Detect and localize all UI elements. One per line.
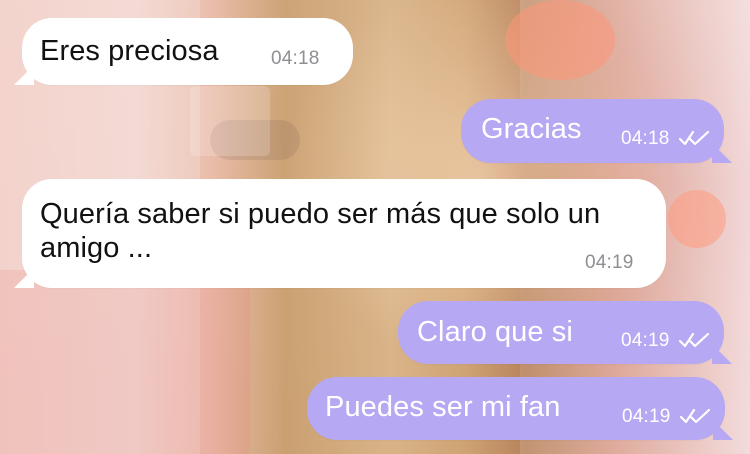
message-text: Gracias (481, 113, 582, 145)
double-check-icon (679, 130, 709, 146)
message-text: Eres preciosa (40, 35, 219, 67)
double-check-icon (680, 408, 710, 424)
background-photo (0, 270, 250, 454)
message-time: 04:19 (585, 252, 634, 273)
message-bubble-outgoing[interactable]: Gracias 04:18 (461, 99, 724, 163)
message-time: 04:18 (621, 128, 670, 149)
double-check-icon (679, 332, 709, 348)
message-bubble-outgoing[interactable]: Puedes ser mi fan 04:19 (307, 377, 725, 440)
background-photo (505, 0, 615, 80)
message-bubble-outgoing[interactable]: Claro que si 04:19 (398, 301, 724, 364)
message-bubble-incoming[interactable]: Eres preciosa 04:18 (22, 18, 353, 85)
background-photo (668, 190, 726, 248)
message-bubble-incoming[interactable]: Quería saber si puedo ser más que solo u… (22, 179, 666, 288)
message-text: Puedes ser mi fan (325, 391, 561, 423)
chat-screen: Eres preciosa 04:18 Gracias 04:18 Quería… (0, 0, 750, 454)
message-time: 04:19 (622, 406, 671, 427)
background-photo (190, 86, 270, 156)
message-text: Quería saber si puedo ser más que solo u… (40, 198, 601, 264)
message-time: 04:18 (271, 48, 320, 69)
message-time: 04:19 (621, 330, 670, 351)
message-text: Claro que si (417, 316, 573, 348)
background-photo (210, 120, 300, 160)
